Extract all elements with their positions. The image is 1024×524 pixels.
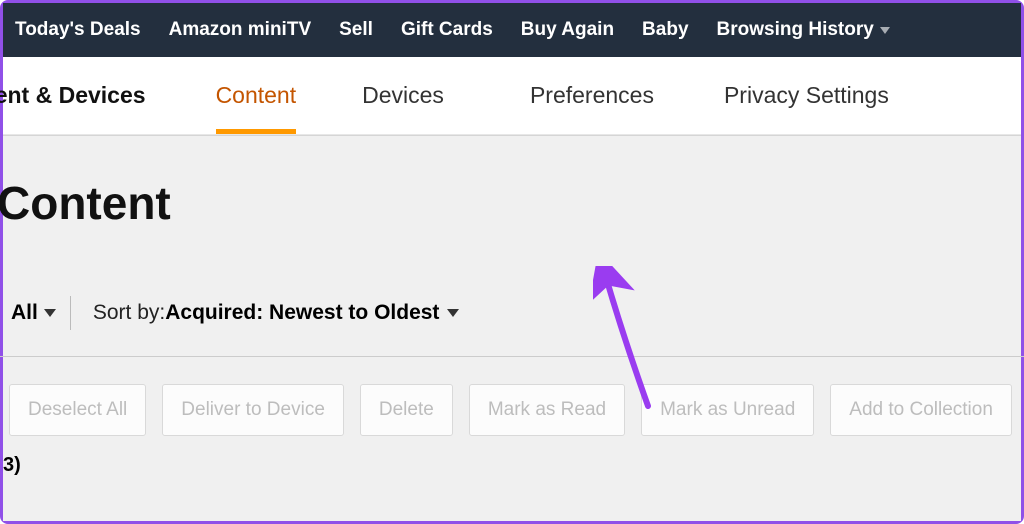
tab-devices[interactable]: Devices [362,62,444,129]
divider [70,296,71,330]
mark-as-unread-button[interactable]: Mark as Unread [641,384,814,436]
divider [0,356,1024,357]
tab-preferences[interactable]: Preferences [530,62,654,129]
sub-nav: ntent & Devices Content Devices Preferen… [3,57,1021,135]
nav-buy-again[interactable]: Buy Again [521,19,614,41]
tab-content[interactable]: Content [216,62,297,134]
top-nav: Today's Deals Amazon miniTV Sell Gift Ca… [3,3,1021,57]
mark-as-read-button[interactable]: Mark as Read [469,384,625,436]
page-title: Content [0,136,1021,230]
chevron-down-icon [447,309,459,317]
deliver-to-device-button[interactable]: Deliver to Device [162,384,344,436]
delete-button[interactable]: Delete [360,384,453,436]
nav-browsing-history-label: Browsing History [717,19,874,41]
action-bar: Deselect All Deliver to Device Delete Ma… [9,384,1012,436]
deselect-all-button[interactable]: Deselect All [9,384,146,436]
filter-all-dropdown[interactable]: All [3,301,70,325]
nav-todays-deals[interactable]: Today's Deals [15,19,141,41]
nav-sell[interactable]: Sell [339,19,373,41]
filter-all-label: All [11,301,38,325]
nav-browsing-history[interactable]: Browsing History [717,19,890,41]
sort-value-text: Acquired: Newest to Oldest [165,301,439,325]
subnav-title: ntent & Devices [0,82,146,109]
filter-row: All Sort by: Acquired: Newest to Oldest [3,296,459,330]
add-to-collection-button[interactable]: Add to Collection [830,384,1012,436]
nav-gift-cards[interactable]: Gift Cards [401,19,493,41]
content-area: Content All Sort by: Acquired: Newest to… [3,135,1021,521]
chevron-down-icon [44,309,56,317]
nav-amazon-minitv[interactable]: Amazon miniTV [169,19,312,41]
chevron-down-icon [880,27,890,34]
sort-label: Sort by: [93,301,165,325]
tab-privacy-settings[interactable]: Privacy Settings [724,62,889,129]
sort-dropdown[interactable]: Acquired: Newest to Oldest [165,301,459,325]
nav-baby[interactable]: Baby [642,19,688,41]
count-fragment: 3) [3,454,21,477]
